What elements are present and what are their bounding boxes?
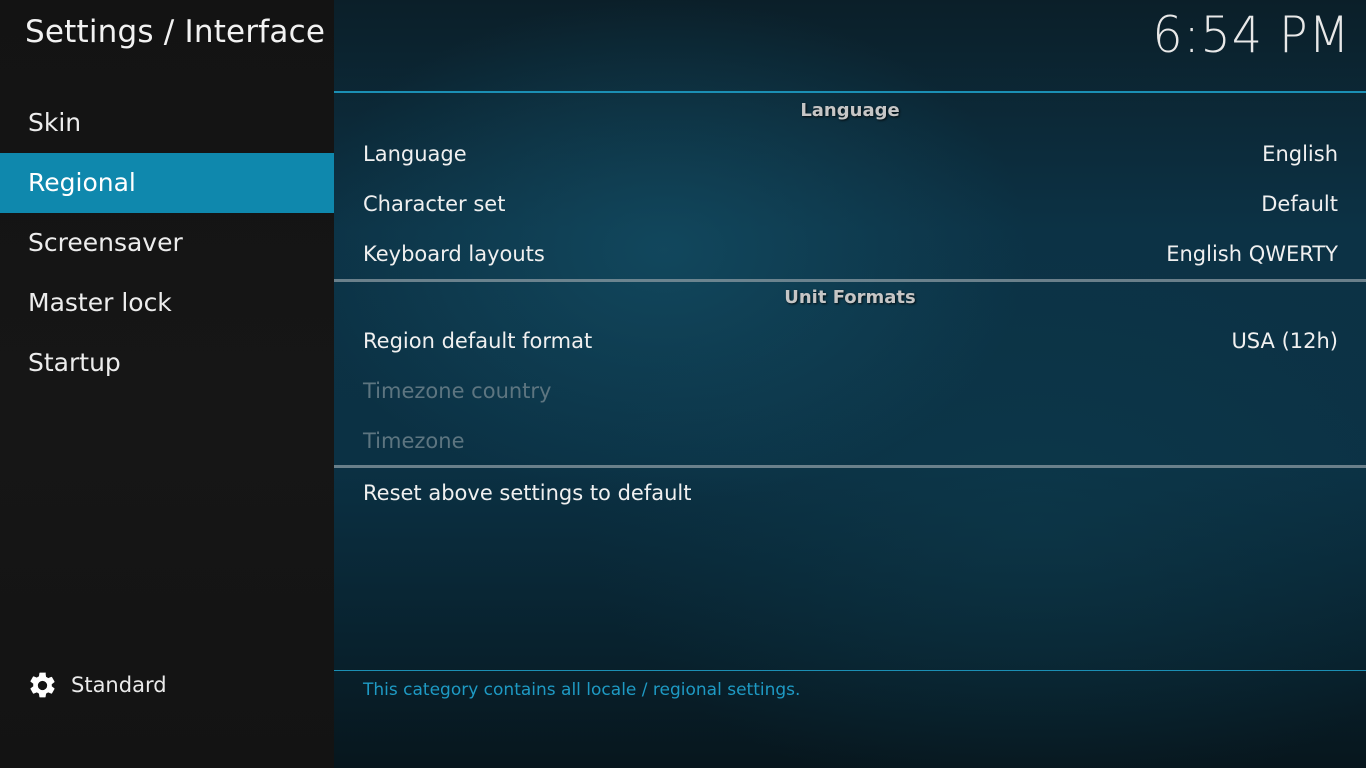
section-header-unit-formats: Unit Formats bbox=[784, 287, 916, 308]
setting-label: Character set bbox=[363, 192, 506, 216]
settings-window: Settings / Interface Skin Regional Scree… bbox=[0, 0, 1366, 768]
category-description: This category contains all locale / regi… bbox=[363, 680, 801, 700]
sidebar-item-label: Startup bbox=[28, 348, 121, 377]
gear-icon bbox=[30, 672, 55, 697]
setting-value: Default bbox=[1261, 192, 1338, 216]
setting-row-timezone-country: Timezone country bbox=[363, 366, 1338, 416]
setting-row-timezone: Timezone bbox=[363, 416, 1338, 466]
setting-value: English QWERTY bbox=[1166, 242, 1338, 266]
sidebar-item-skin[interactable]: Skin bbox=[0, 93, 334, 153]
section-header-language: Language bbox=[800, 100, 900, 121]
setting-row-keyboard-layouts[interactable]: Keyboard layouts English QWERTY bbox=[363, 229, 1338, 279]
settings-level-label: Standard bbox=[71, 673, 167, 697]
sidebar-item-startup[interactable]: Startup bbox=[0, 333, 334, 393]
window-title: Settings / Interface bbox=[25, 14, 326, 50]
setting-row-character-set[interactable]: Character set Default bbox=[363, 179, 1338, 229]
sidebar-item-screensaver[interactable]: Screensaver bbox=[0, 213, 334, 273]
setting-row-region-default-format[interactable]: Region default format USA (12h) bbox=[363, 316, 1338, 366]
setting-label: Region default format bbox=[363, 329, 593, 353]
reset-settings-label: Reset above settings to default bbox=[363, 481, 692, 505]
setting-label: Keyboard layouts bbox=[363, 242, 545, 266]
setting-row-language[interactable]: Language English bbox=[363, 129, 1338, 179]
settings-panel: 6:54 PM Language Language English Charac… bbox=[334, 0, 1366, 768]
sidebar-item-master-lock[interactable]: Master lock bbox=[0, 273, 334, 333]
reset-settings-button[interactable]: Reset above settings to default bbox=[363, 468, 1338, 518]
setting-label: Timezone country bbox=[363, 379, 552, 403]
sidebar-item-label: Skin bbox=[28, 108, 82, 137]
setting-label: Timezone bbox=[363, 429, 465, 453]
sidebar-item-label: Screensaver bbox=[28, 228, 183, 257]
sidebar-item-regional[interactable]: Regional bbox=[0, 153, 334, 213]
header-divider bbox=[334, 91, 1366, 93]
setting-value: English bbox=[1262, 142, 1338, 166]
sidebar: Settings / Interface Skin Regional Scree… bbox=[0, 0, 334, 768]
section-divider bbox=[334, 279, 1366, 282]
footer-divider bbox=[334, 670, 1366, 671]
setting-value: USA (12h) bbox=[1231, 329, 1338, 353]
sidebar-item-label: Regional bbox=[28, 168, 136, 197]
clock: 6:54 PM bbox=[1151, 6, 1350, 64]
sidebar-item-label: Master lock bbox=[28, 288, 172, 317]
setting-label: Language bbox=[363, 142, 467, 166]
settings-level-button[interactable]: Standard bbox=[27, 668, 167, 702]
category-nav: Skin Regional Screensaver Master lock St… bbox=[0, 93, 334, 393]
